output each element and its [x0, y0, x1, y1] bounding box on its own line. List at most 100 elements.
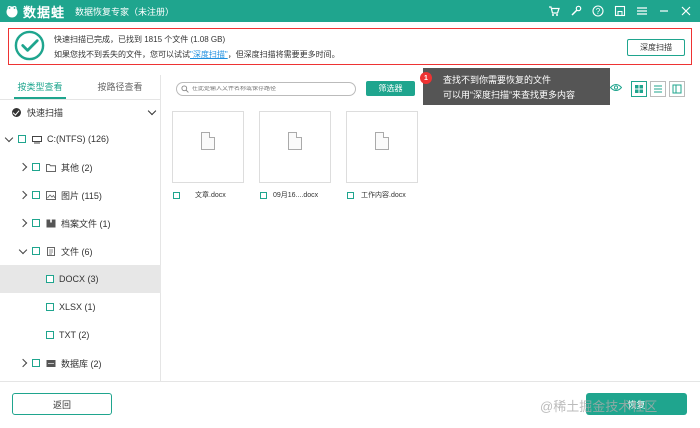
checked-dot-icon	[12, 107, 21, 117]
tree-item-other[interactable]: 其他 (2)	[0, 153, 161, 181]
tree-item-label: TXT (2)	[59, 330, 90, 340]
file-checkbox[interactable]	[260, 191, 267, 199]
tree-item-drive-c[interactable]: C:(NTFS) (126)	[0, 125, 161, 153]
tree-item-documents[interactable]: 文件 (6)	[0, 237, 161, 265]
hint-prefix: 如果您找不到丢失的文件，您可以试试	[54, 50, 190, 59]
scan-result-banner: 快速扫描已完成，已找到 1815 个文件 (1.08 GB) 如果您找不到丢失的…	[8, 28, 692, 65]
back-button[interactable]: 返回	[12, 393, 112, 415]
search-icon	[181, 85, 189, 93]
file-item-label: 工作内容.docx	[347, 190, 406, 200]
hint-suffix: ，但深度扫描将需要更多时间。	[227, 50, 340, 59]
file-checkbox[interactable]	[347, 191, 354, 199]
chevron-right-icon[interactable]	[18, 218, 28, 228]
deep-scan-link[interactable]: "深度扫描"	[190, 50, 228, 59]
check-circle-icon	[14, 30, 45, 61]
close-icon[interactable]	[680, 5, 692, 17]
tooltip-line1: 查找不到你需要恢复的文件	[443, 75, 552, 85]
tab-by-path[interactable]: 按路径查看	[80, 75, 160, 99]
tab-divider	[0, 99, 161, 100]
title-bar: 数据蛙 数据恢复专家（未注册） ?	[0, 0, 700, 22]
file-item-label: 09月16....docx	[260, 190, 318, 200]
checkbox[interactable]	[32, 163, 40, 171]
tree-item-label: 档案文件 (1)	[61, 218, 111, 229]
image-icon	[46, 190, 56, 200]
eye-icon[interactable]	[610, 83, 622, 92]
cart-icon[interactable]	[548, 5, 560, 17]
help-icon[interactable]: ?	[592, 5, 604, 17]
tree-item-txt[interactable]: TXT (2)	[0, 321, 161, 349]
checkbox[interactable]	[32, 359, 40, 367]
file-thumbnail[interactable]	[259, 111, 331, 183]
view-tabs: 按类型查看 按路径查看	[0, 75, 160, 99]
detail-view-icon	[672, 84, 682, 94]
app-subtitle: 数据恢复专家（未注册）	[75, 6, 175, 17]
file-name: 文章.docx	[195, 192, 226, 199]
archive-icon	[46, 219, 56, 227]
grid-icon	[635, 85, 643, 93]
tooltip-badge: 1	[420, 72, 432, 84]
app-window: 数据蛙 数据恢复专家（未注册） ? 快速扫描已完成，已找到 1815 个文件 (…	[0, 0, 700, 428]
checkbox[interactable]	[46, 331, 54, 339]
chevron-right-icon[interactable]	[18, 358, 28, 368]
tree-item-archives[interactable]: 档案文件 (1)	[0, 209, 161, 237]
chevron-right-icon[interactable]	[18, 162, 28, 172]
tree-item-label: XLSX (1)	[59, 302, 96, 312]
checkbox[interactable]	[46, 303, 54, 311]
file-name: 工作内容.docx	[361, 192, 406, 199]
category-panel: 按类型查看 按路径查看 快速扫描 C:(NTFS) (126) 其他 (2) 图…	[0, 75, 161, 381]
menu-icon[interactable]	[636, 5, 648, 17]
detail-view-button[interactable]	[669, 81, 685, 97]
chevron-down-icon[interactable]	[18, 246, 28, 256]
file-checkbox[interactable]	[173, 191, 180, 199]
document-icon	[375, 132, 389, 150]
scan-complete-text: 快速扫描已完成，已找到 1815 个文件 (1.08 GB)	[54, 35, 226, 44]
chevron-down-icon[interactable]	[147, 106, 157, 116]
tab-by-type[interactable]: 按类型查看	[0, 75, 80, 99]
tree-item-xlsx[interactable]: XLSX (1)	[0, 293, 161, 321]
file-thumbnail[interactable]	[346, 111, 418, 183]
document-icon	[288, 132, 302, 150]
minimize-icon[interactable]	[658, 5, 670, 17]
tree-item-database[interactable]: 数据库 (2)	[0, 349, 161, 377]
recover-button[interactable]: 恢复	[586, 393, 687, 415]
scan-mode-label: 快速扫描	[27, 107, 64, 118]
tree-item-docx[interactable]: DOCX (3)	[0, 265, 161, 293]
filter-button[interactable]: 筛选器	[366, 81, 415, 96]
file-item-label: 文章.docx	[173, 190, 226, 200]
chevron-down-icon[interactable]	[4, 134, 14, 144]
save-icon[interactable]	[614, 5, 626, 17]
checkbox[interactable]	[32, 219, 40, 227]
app-logo-text: 数据蛙	[23, 4, 66, 20]
tree-item-label: 文件 (6)	[61, 246, 93, 257]
search-input[interactable]	[192, 86, 342, 92]
tooltip-line2: 可以用“深度扫描”来查找更多内容	[443, 90, 575, 100]
checkbox[interactable]	[18, 135, 26, 143]
grid-view-button[interactable]	[631, 81, 647, 97]
file-thumbnail[interactable]	[172, 111, 244, 183]
deep-scan-button[interactable]: 深度扫描	[627, 39, 685, 56]
tree-item-label: 其他 (2)	[61, 162, 93, 173]
wrench-icon[interactable]	[570, 5, 582, 17]
search-box[interactable]	[176, 82, 356, 96]
document-icon	[201, 132, 215, 150]
checkbox[interactable]	[32, 247, 40, 255]
scan-mode-select[interactable]: 快速扫描	[0, 103, 161, 121]
chevron-right-icon[interactable]	[18, 190, 28, 200]
document-icon	[47, 246, 55, 256]
file-name: 09月16....docx	[273, 192, 319, 199]
drive-icon	[32, 135, 42, 143]
deep-scan-tooltip: 查找不到你需要恢复的文件 可以用“深度扫描”来查找更多内容	[423, 68, 610, 105]
checkbox[interactable]	[46, 275, 54, 283]
list-icon	[654, 85, 662, 93]
tree-item-images[interactable]: 图片 (115)	[0, 181, 161, 209]
frog-logo-icon	[6, 6, 18, 18]
tree-item-label: 图片 (115)	[61, 190, 102, 201]
tree-item-label: 数据库 (2)	[61, 358, 102, 369]
window-controls: ?	[548, 0, 692, 22]
deep-scan-hint: 如果您找不到丢失的文件，您可以试试"深度扫描"，但深度扫描将需要更多时间。	[54, 49, 340, 60]
tree-item-label: C:(NTFS) (126)	[47, 134, 110, 144]
svg-text:?: ?	[596, 7, 601, 16]
list-view-button[interactable]	[650, 81, 666, 97]
folder-icon	[46, 163, 56, 172]
checkbox[interactable]	[32, 191, 40, 199]
